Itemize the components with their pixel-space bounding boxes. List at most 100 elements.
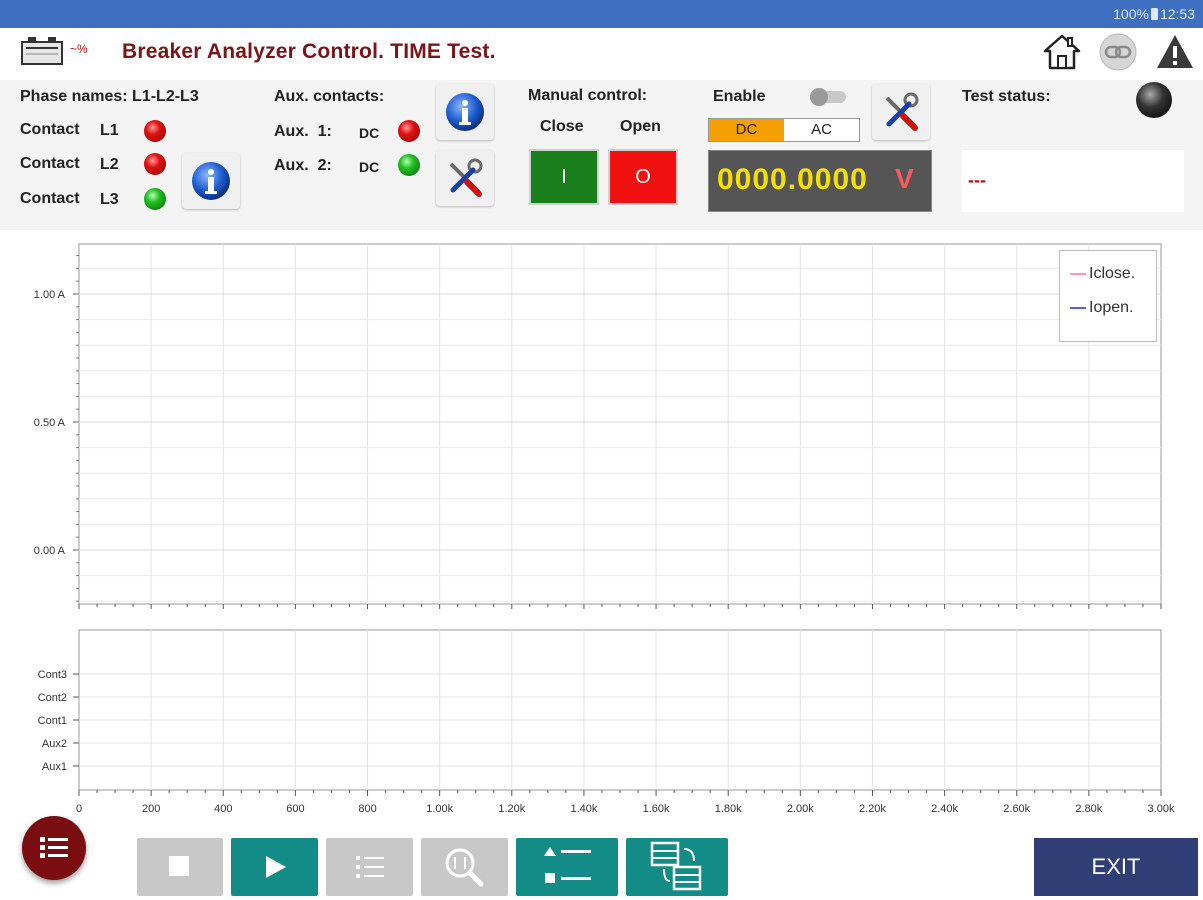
category-tick-label: Aux2: [42, 738, 67, 750]
home-icon[interactable]: [1042, 32, 1082, 72]
title-bar: ~% Breaker Analyzer Control. TIME Test.: [0, 28, 1203, 80]
list-icon: [356, 856, 384, 878]
exit-button[interactable]: EXIT: [1034, 838, 1198, 896]
x-tick-label: 2.00k: [787, 803, 814, 815]
ac-option[interactable]: AC: [784, 119, 859, 141]
aux-type: DC: [359, 125, 380, 141]
x-tick-label: 3.00k: [1148, 803, 1175, 815]
toggle-knob: [810, 88, 828, 106]
contact-label: Contact: [20, 155, 80, 172]
contact-label: Contact: [20, 121, 80, 138]
aux-name: Aux. 1:: [274, 123, 332, 140]
test-status-value: ---: [968, 170, 986, 190]
link-icon[interactable]: [1098, 32, 1138, 72]
x-tick-label: 600: [286, 803, 304, 815]
contact-l1-led: [144, 120, 166, 142]
test-status-led: [1136, 82, 1172, 118]
aux-2-led: [398, 154, 420, 176]
stop-icon: [169, 856, 189, 876]
warning-icon[interactable]: [1155, 32, 1195, 72]
menu-fab[interactable]: [22, 816, 86, 880]
play-icon: [266, 856, 286, 878]
aux-type: DC: [359, 159, 380, 175]
y-tick-label: 1.00 A: [34, 289, 66, 301]
stop-button[interactable]: [137, 838, 223, 896]
page-title: Breaker Analyzer Control. TIME Test.: [122, 40, 496, 63]
info-icon: [446, 93, 484, 131]
legend-label: Iclose.: [1089, 265, 1136, 282]
legend-swatch: [1070, 272, 1086, 275]
charts-svg: 1.00 A 0.50 A 0.00 A Cont3 Cont2 Cont1 Aux2 Aux…: [34, 243, 1175, 815]
x-tick-label: 1.60k: [643, 803, 670, 815]
x-tick-label: 0: [76, 803, 82, 815]
info-icon: [192, 162, 230, 200]
battery-level: 100%: [1113, 6, 1149, 22]
contact-name: L3: [100, 191, 119, 208]
x-tick-label: 200: [142, 803, 160, 815]
aux-1-led: [398, 120, 420, 142]
chart-area: 1.00 A 0.50 A 0.00 A Cont3 Cont2 Cont1 Aux2 Aux…: [0, 236, 1203, 824]
aux-info-button[interactable]: [436, 84, 494, 140]
voltage-settings-button[interactable]: [872, 84, 930, 140]
menu-list-icon: [40, 837, 68, 858]
manual-control-label: Manual control:: [528, 87, 648, 104]
x-tick-label: 2.80k: [1075, 803, 1102, 815]
compare-button[interactable]: [626, 838, 728, 896]
category-tick-label: Cont2: [38, 692, 67, 704]
voltage-unit: V: [895, 163, 914, 194]
clock: 12:53: [1159, 6, 1195, 22]
legend-swatch: [1070, 306, 1086, 309]
sort-button[interactable]: [516, 838, 618, 896]
enable-label: Enable: [713, 88, 766, 105]
play-button[interactable]: [231, 838, 318, 896]
zoom-icon: [445, 848, 484, 887]
legend-label: Iopen.: [1089, 299, 1134, 316]
aux-name: Aux. 2:: [274, 157, 332, 174]
contact-name: L1: [100, 122, 119, 139]
tools-icon: [885, 92, 919, 131]
aux-contacts-label: Aux. contacts:: [274, 88, 385, 105]
zoom-button[interactable]: [421, 838, 508, 896]
x-tick-label: 1.00k: [426, 803, 453, 815]
category-tick-label: Aux1: [42, 761, 67, 773]
legend-item-iclose: Iclose.: [1070, 265, 1135, 283]
list-button[interactable]: [326, 838, 413, 896]
compare-icon: [650, 841, 702, 891]
close-label: Close: [540, 118, 584, 135]
contact-l3-led: [144, 188, 166, 210]
chart-legend: Iclose. Iopen.: [1059, 250, 1157, 342]
phase-names-label: Phase names: L1-L2-L3: [20, 88, 199, 105]
test-status-box: ---: [962, 150, 1184, 212]
enable-toggle[interactable]: [810, 88, 846, 106]
x-tick-label: 2.20k: [859, 803, 886, 815]
contact-label: Contact: [20, 190, 80, 207]
phase-info-button[interactable]: [182, 153, 240, 209]
aux-settings-button[interactable]: [436, 150, 494, 206]
y-tick-label: 0.00 A: [34, 545, 66, 557]
dc-ac-selector: DC AC: [708, 118, 860, 142]
app-logo: ~%: [20, 34, 90, 70]
system-status-bar: 100% 12:53: [0, 0, 1203, 28]
x-tick-label: 1.20k: [498, 803, 525, 815]
contact-name: L2: [100, 156, 119, 173]
open-breaker-button[interactable]: O: [608, 149, 678, 205]
phase-panel: Phase names: L1-L2-L3 Contact L1 Contact…: [14, 80, 250, 226]
close-breaker-button[interactable]: I: [529, 149, 599, 205]
legend-item-iopen: Iopen.: [1070, 299, 1133, 317]
open-label: Open: [620, 118, 661, 135]
category-tick-label: Cont3: [38, 669, 67, 681]
control-panel-area: Phase names: L1-L2-L3 Contact L1 Contact…: [0, 80, 1203, 230]
test-status-label: Test status:: [962, 88, 1051, 105]
aux-panel: Aux. contacts: Aux. 1: DC Aux. 2: DC: [268, 80, 504, 226]
voltage-reading: 0000.0000: [717, 163, 868, 196]
x-tick-label: 1.40k: [570, 803, 597, 815]
battery-icon: [1150, 8, 1158, 20]
x-tick-label: 1.80k: [715, 803, 742, 815]
dc-option[interactable]: DC: [709, 119, 784, 141]
x-tick-label: 400: [214, 803, 232, 815]
y-tick-label: 0.50 A: [34, 417, 66, 429]
category-tick-label: Cont1: [38, 715, 67, 727]
x-tick-label: 2.40k: [931, 803, 958, 815]
tools-icon: [449, 158, 483, 197]
sort-icon: [544, 847, 591, 883]
